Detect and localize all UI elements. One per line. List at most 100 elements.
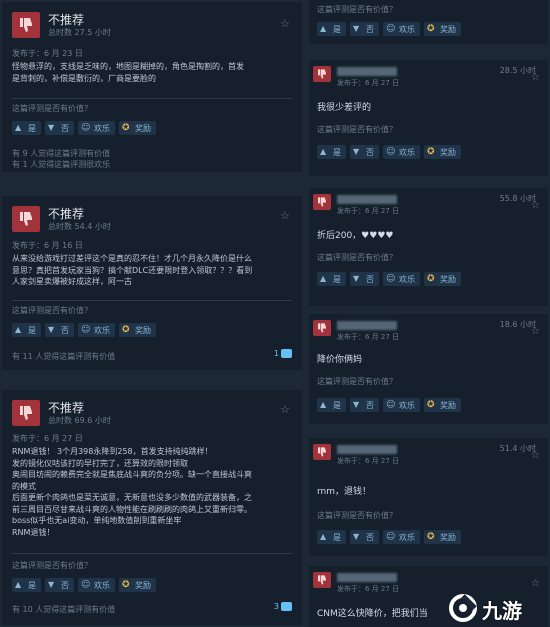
vote-no-button[interactable]: ▼ 否 xyxy=(45,323,74,337)
review-body: 怪物悬浮的，支线是乏味的，地图是糊掉的，角色是掏割的，首发 是背刺的，补偿是敷衍… xyxy=(12,61,297,84)
username-blurred xyxy=(337,573,397,582)
award-button[interactable]: ✪ 奖励 xyxy=(119,121,156,135)
post-date: 发布于：6 月 27 日 xyxy=(12,434,83,443)
username-blurred xyxy=(337,321,397,330)
thumbs-down-icon xyxy=(12,400,40,426)
vote-yes-label: 是 xyxy=(333,147,341,157)
vote-funny-label: 欢乐 xyxy=(94,580,110,590)
thumbs-down-icon: ▼ xyxy=(353,274,360,283)
vote-no-label: 否 xyxy=(61,325,69,335)
review-line: boss似乎也无ai变动，单纯地数值削到重新坐牢 xyxy=(12,516,182,525)
site-watermark: 九游 xyxy=(448,593,544,623)
vote-no-button[interactable]: ▼ 否 xyxy=(350,145,379,159)
vote-yes-button[interactable]: ▲ 是 xyxy=(12,578,41,592)
vote-yes-button[interactable]: ▲ 是 xyxy=(12,121,41,135)
review-card: 不推荐 总时数 69.6 小时 ☆ 发布于：6 月 27 日 RNM退钱！ 3个… xyxy=(2,390,302,625)
vote-funny-button[interactable]: ☺ 欢乐 xyxy=(78,323,115,337)
review-line: RNM退钱！ 3个月398永降到258，首发支持纯纯跳样！ xyxy=(12,447,213,456)
review-menu-icon[interactable]: ☆ xyxy=(280,404,292,416)
award-button[interactable]: ✪ 奖励 xyxy=(424,398,461,412)
vote-no-label: 否 xyxy=(366,400,374,410)
smile-icon: ☺ xyxy=(386,147,396,157)
award-button[interactable]: ✪ 奖励 xyxy=(424,272,461,286)
vote-funny-button[interactable]: ☺ 欢乐 xyxy=(383,22,420,36)
vote-funny-button[interactable]: ☺ 欢乐 xyxy=(383,398,420,412)
vote-yes-button[interactable]: ▲ 是 xyxy=(317,145,346,159)
award-icon: ✪ xyxy=(122,325,130,335)
thumbs-down-icon: ▼ xyxy=(353,400,360,409)
vote-funny-button[interactable]: ☺ 欢乐 xyxy=(383,145,420,159)
vote-yes-label: 是 xyxy=(28,123,36,133)
vote-no-label: 否 xyxy=(366,147,374,157)
award-icon: ✪ xyxy=(122,580,130,590)
vote-no-button[interactable]: ▼ 否 xyxy=(350,272,379,286)
smile-icon: ☺ xyxy=(81,580,91,590)
vote-funny-label: 欢乐 xyxy=(399,24,415,34)
divider xyxy=(12,553,292,554)
comment-text: 降价你俩妈 xyxy=(317,355,363,365)
award-button[interactable]: ✪ 奖励 xyxy=(424,530,461,544)
vote-funny-label: 欢乐 xyxy=(94,325,110,335)
post-date: 发布于：6 月 27 日 xyxy=(337,333,400,341)
award-button[interactable]: ✪ 奖励 xyxy=(119,323,156,337)
review-body: 从来没给游戏打过差评这个是真的忍不住！才几个月永久降价是什么 意思？真把首发玩家… xyxy=(12,253,297,288)
comment-text: 我很少差评的 xyxy=(317,103,372,113)
post-date: 发布于：6 月 27 日 xyxy=(337,585,400,593)
review-menu-icon[interactable]: ☆ xyxy=(531,326,540,337)
award-button[interactable]: ✪ 奖励 xyxy=(424,145,461,159)
vote-yes-button[interactable]: ▲ 是 xyxy=(317,530,346,544)
helpful-question: 这篇评测是否有价值？ xyxy=(317,377,397,386)
helpful-question: 这篇评测是否有价值？ xyxy=(12,306,92,315)
thumbs-down-icon xyxy=(313,66,331,82)
review-menu-icon[interactable]: ☆ xyxy=(280,210,292,222)
vote-no-button[interactable]: ▼ 否 xyxy=(350,398,379,412)
vote-funny-button[interactable]: ☺ 欢乐 xyxy=(78,121,115,135)
thumbs-up-icon: ▲ xyxy=(320,24,327,33)
comment-text: 折后200，♥♥♥♥ xyxy=(317,231,394,241)
vote-yes-label: 是 xyxy=(333,400,341,410)
vote-funny-button[interactable]: ☺ 欢乐 xyxy=(383,530,420,544)
smile-icon: ☺ xyxy=(386,24,396,34)
username-blurred xyxy=(337,445,397,454)
vote-no-button[interactable]: ▼ 否 xyxy=(350,22,379,36)
thumbs-down-icon xyxy=(313,194,331,210)
vote-yes-button[interactable]: ▲ 是 xyxy=(317,272,346,286)
review-menu-icon[interactable]: ☆ xyxy=(531,578,540,589)
vote-yes-button[interactable]: ▲ 是 xyxy=(317,398,346,412)
comments-count[interactable]: 3 xyxy=(274,602,292,611)
award-icon: ✪ xyxy=(122,123,130,133)
vote-no-label: 否 xyxy=(366,24,374,34)
comment-card: 55.8 小时 发布于：6 月 27 日 ☆ 折后200，♥♥♥♥ 这篇评测是否… xyxy=(309,188,548,306)
review-menu-icon[interactable]: ☆ xyxy=(280,18,292,30)
vote-buttons: ▲ 是 ▼ 否 ☺ 欢乐 ✪ 奖励 xyxy=(12,578,156,592)
thumbs-up-icon: ▲ xyxy=(320,147,327,156)
helpful-question: 这篇评测是否有价值？ xyxy=(12,561,92,570)
comments-count[interactable]: 1 xyxy=(274,349,292,358)
review-menu-icon[interactable]: ☆ xyxy=(531,200,540,211)
vote-no-button[interactable]: ▼ 否 xyxy=(45,121,74,135)
award-icon: ✪ xyxy=(427,147,435,157)
watermark-logo-icon xyxy=(449,594,477,622)
vote-no-button[interactable]: ▼ 否 xyxy=(45,578,74,592)
vote-funny-button[interactable]: ☺ 欢乐 xyxy=(383,272,420,286)
thumbs-down-icon: ▼ xyxy=(353,24,360,33)
award-label: 奖励 xyxy=(440,400,456,410)
review-menu-icon[interactable]: ☆ xyxy=(531,72,540,83)
award-button[interactable]: ✪ 奖励 xyxy=(119,578,156,592)
vote-yes-button[interactable]: ▲ 是 xyxy=(317,22,346,36)
vote-yes-button[interactable]: ▲ 是 xyxy=(12,323,41,337)
vote-no-button[interactable]: ▼ 否 xyxy=(350,530,379,544)
comments-number: 1 xyxy=(273,349,279,358)
vote-funny-label: 欢乐 xyxy=(399,274,415,284)
playtime: 总时数 69.6 小时 xyxy=(48,416,111,425)
review-menu-icon[interactable]: ☆ xyxy=(531,450,540,461)
award-button[interactable]: ✪ 奖励 xyxy=(424,22,461,36)
comment-card: 28.5 小时 发布于：6 月 27 日 ☆ 我很少差评的 这篇评测是否有价值？… xyxy=(309,60,548,176)
vote-funny-button[interactable]: ☺ 欢乐 xyxy=(78,578,115,592)
award-icon: ✪ xyxy=(427,400,435,410)
review-card: 不推荐 总时数 27.5 小时 ☆ 发布于：6 月 23 日 怪物悬浮的，支线是… xyxy=(2,2,302,172)
post-date: 发布于：6 月 27 日 xyxy=(337,207,400,215)
award-label: 奖励 xyxy=(135,325,151,335)
thumbs-up-icon: ▲ xyxy=(320,400,327,409)
helpful-question: 这篇评测是否有价值？ xyxy=(12,104,92,113)
